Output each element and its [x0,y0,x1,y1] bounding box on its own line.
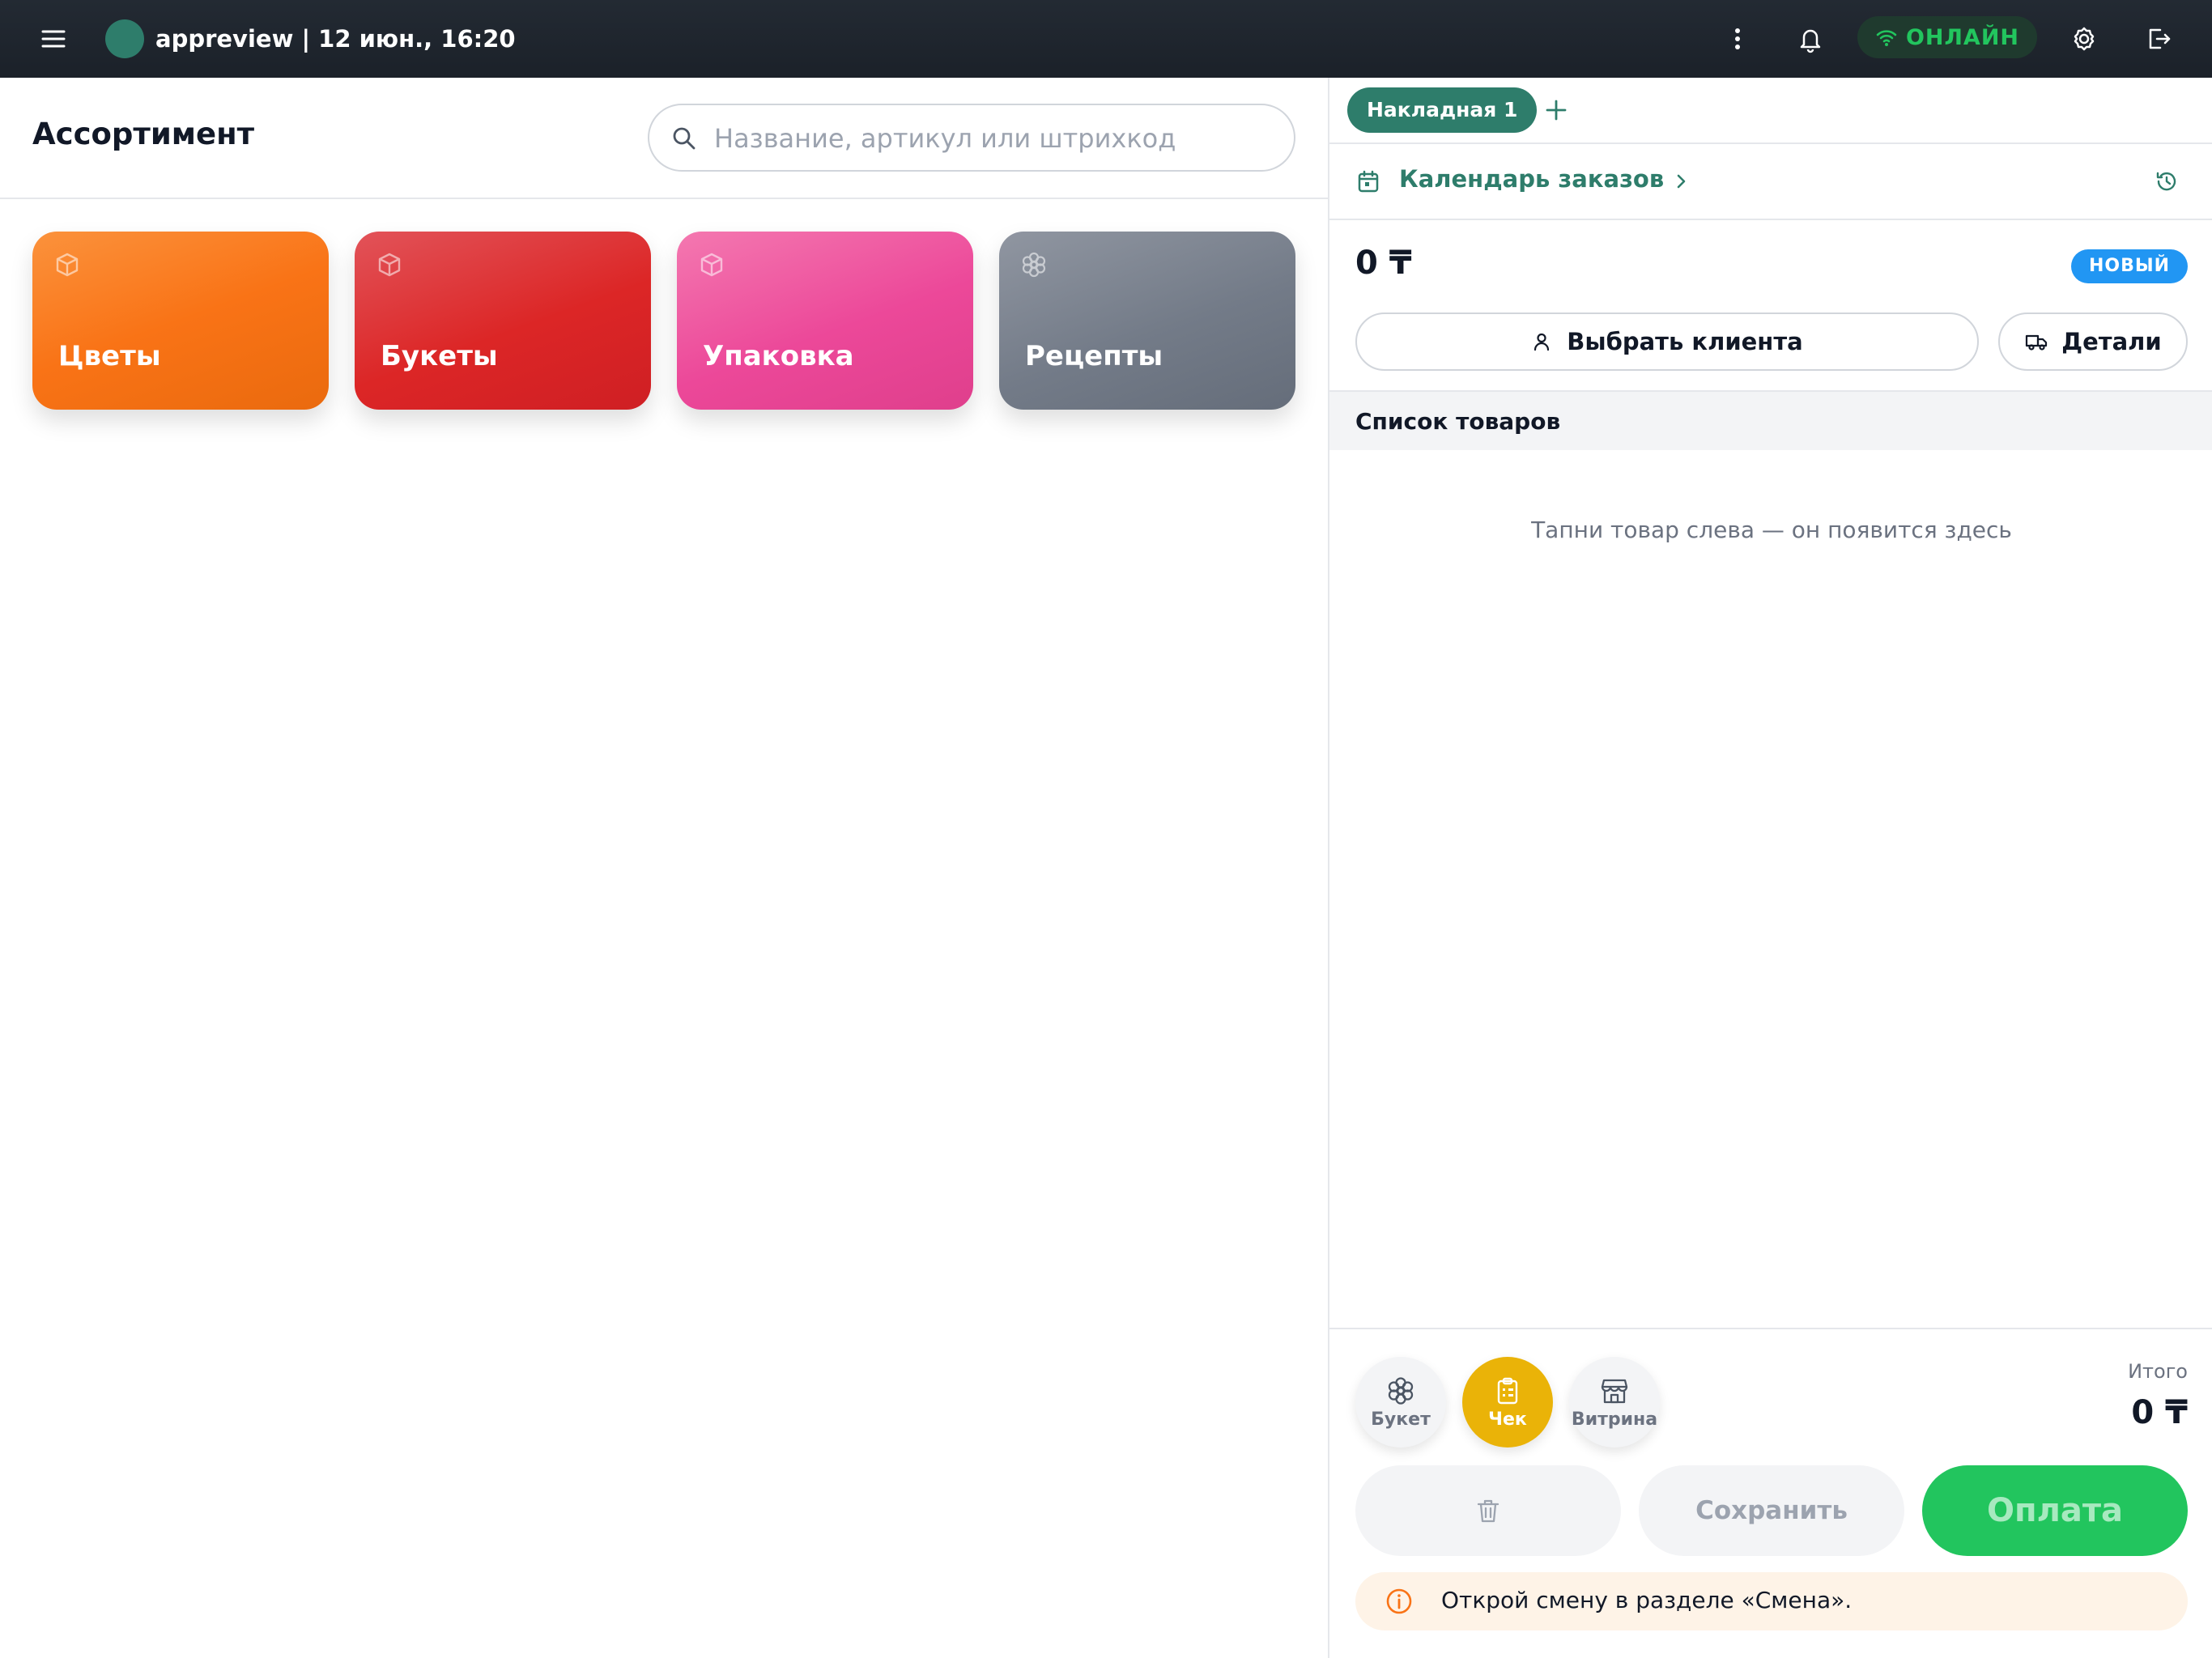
tab-invoice-1[interactable]: Накладная 1 [1347,87,1538,133]
more-vertical-icon[interactable] [1721,23,1754,55]
mode-label: Букет [1371,1409,1431,1430]
mode-label: Витрина [1571,1409,1658,1430]
assortment-header: Ассортимент [0,78,1328,199]
calendar-icon [1355,168,1381,194]
menu-icon[interactable] [39,24,68,53]
add-tab-icon[interactable] [1542,96,1571,125]
order-amount: 0 ₸ [1355,244,1412,282]
search-box[interactable] [648,104,1295,172]
assortment-panel: Ассортимент Цветы Букеты Упаковка [0,78,1328,1658]
box-icon [53,251,81,278]
box-icon [376,251,403,278]
trash-icon [1474,1497,1502,1524]
select-client-label: Выбрать клиента [1567,328,1803,355]
storefront-icon [1599,1375,1630,1406]
flower-icon [1385,1375,1416,1406]
mode-receipt-button[interactable]: Чек [1462,1357,1553,1448]
user-icon [1531,331,1552,352]
total-label: Итого [2128,1360,2188,1383]
invoice-tabs: Накладная 1 [1329,78,2212,144]
app-title: appreview | 12 июн., 16:20 [155,25,516,53]
mode-showcase-button[interactable]: Витрина [1569,1357,1660,1448]
flower-icon [1020,251,1048,278]
truck-icon [2024,329,2048,354]
category-tile-flowers[interactable]: Цветы [32,232,329,410]
top-bar: appreview | 12 июн., 16:20 ОНЛАЙН [0,0,2212,78]
wifi-icon [1875,26,1898,49]
box-icon [698,251,725,278]
status-badge: НОВЫЙ [2071,249,2188,283]
save-button[interactable]: Сохранить [1639,1465,1904,1556]
details-button[interactable]: Детали [1998,312,2188,371]
search-icon [670,125,698,152]
items-list-title: Список товаров [1355,408,1561,435]
calendar-label: Календарь заказов [1399,165,1665,193]
history-icon[interactable] [2154,168,2180,194]
gear-icon[interactable] [2068,23,2100,55]
category-tile-packaging[interactable]: Упаковка [677,232,973,410]
avatar[interactable] [105,19,144,58]
category-grid: Цветы Букеты Упаковка Рецепты [32,232,1295,418]
page-title: Ассортимент [32,117,255,151]
category-label: Букеты [381,340,498,372]
category-tile-recipes[interactable]: Рецепты [999,232,1295,410]
order-panel: Накладная 1 Календарь заказов 0 ₸ НОВЫЙ … [1328,78,2212,1658]
details-label: Детали [2061,328,2162,355]
search-input[interactable] [714,118,1273,159]
mode-label: Чек [1488,1409,1527,1430]
notice-text: Открой смену в разделе «Смена». [1441,1587,1853,1613]
total-value: 0 ₸ [2131,1394,2188,1431]
category-label: Цветы [58,340,161,372]
category-label: Рецепты [1025,340,1163,372]
logout-icon[interactable] [2142,23,2175,55]
orders-calendar-link[interactable]: Календарь заказов [1329,144,2212,220]
mode-bouquet-button[interactable]: Букет [1355,1357,1446,1448]
clipboard-icon [1492,1375,1523,1406]
category-tile-bouquets[interactable]: Букеты [355,232,651,410]
online-status-label: ОНЛАЙН [1905,24,2020,50]
online-status-badge: ОНЛАЙН [1857,16,2037,58]
chevron-right-icon [1670,170,1692,193]
empty-list-hint: Тапни товар слева — он появится здесь [1531,517,2012,543]
shift-notice: Открой смену в разделе «Смена». [1355,1572,2188,1630]
delete-button[interactable] [1355,1465,1621,1556]
order-footer: Букет Чек Витрина Итого 0 ₸ Сохранить Оп… [1329,1328,2212,1658]
info-icon [1385,1587,1414,1616]
items-list-header: Список товаров [1329,390,2212,450]
pay-button[interactable]: Оплата [1922,1465,2188,1556]
category-label: Упаковка [703,340,854,372]
bell-icon[interactable] [1794,23,1827,55]
select-client-button[interactable]: Выбрать клиента [1355,312,1979,371]
